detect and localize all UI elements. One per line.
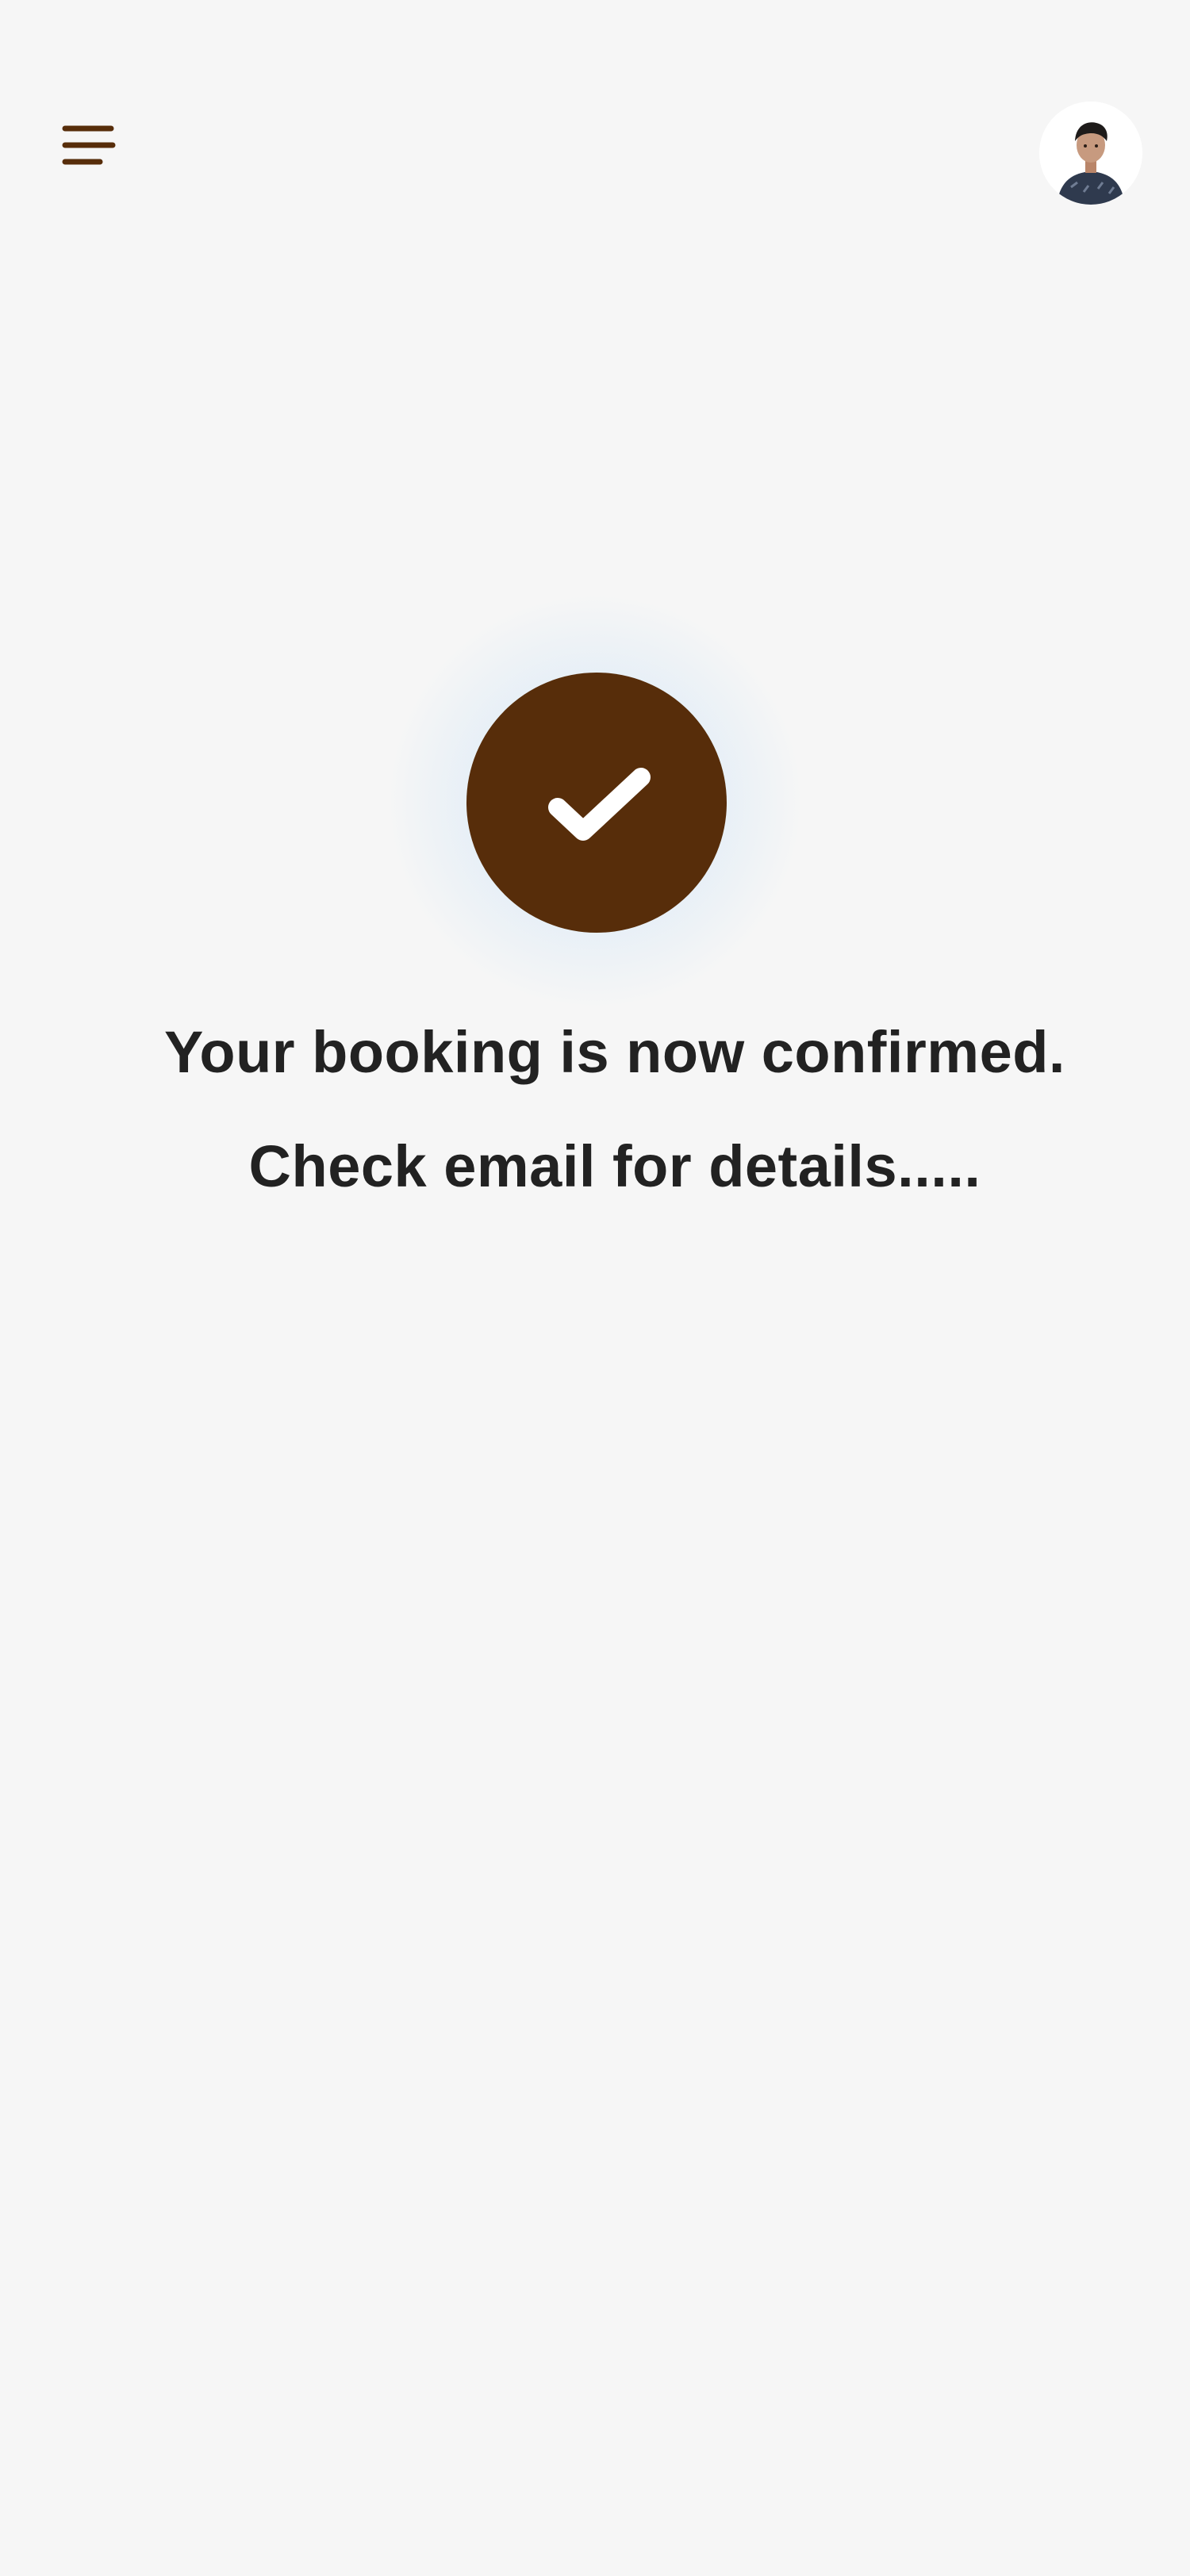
confirmation-message: Your booking is now confirmed. Check ema… (164, 1019, 1065, 1199)
menu-button[interactable] (48, 111, 127, 190)
hamburger-menu-icon (62, 125, 116, 165)
avatar[interactable] (1039, 102, 1142, 205)
user-avatar-image (1039, 102, 1142, 205)
success-badge (466, 673, 727, 933)
checkmark-icon (548, 768, 651, 841)
